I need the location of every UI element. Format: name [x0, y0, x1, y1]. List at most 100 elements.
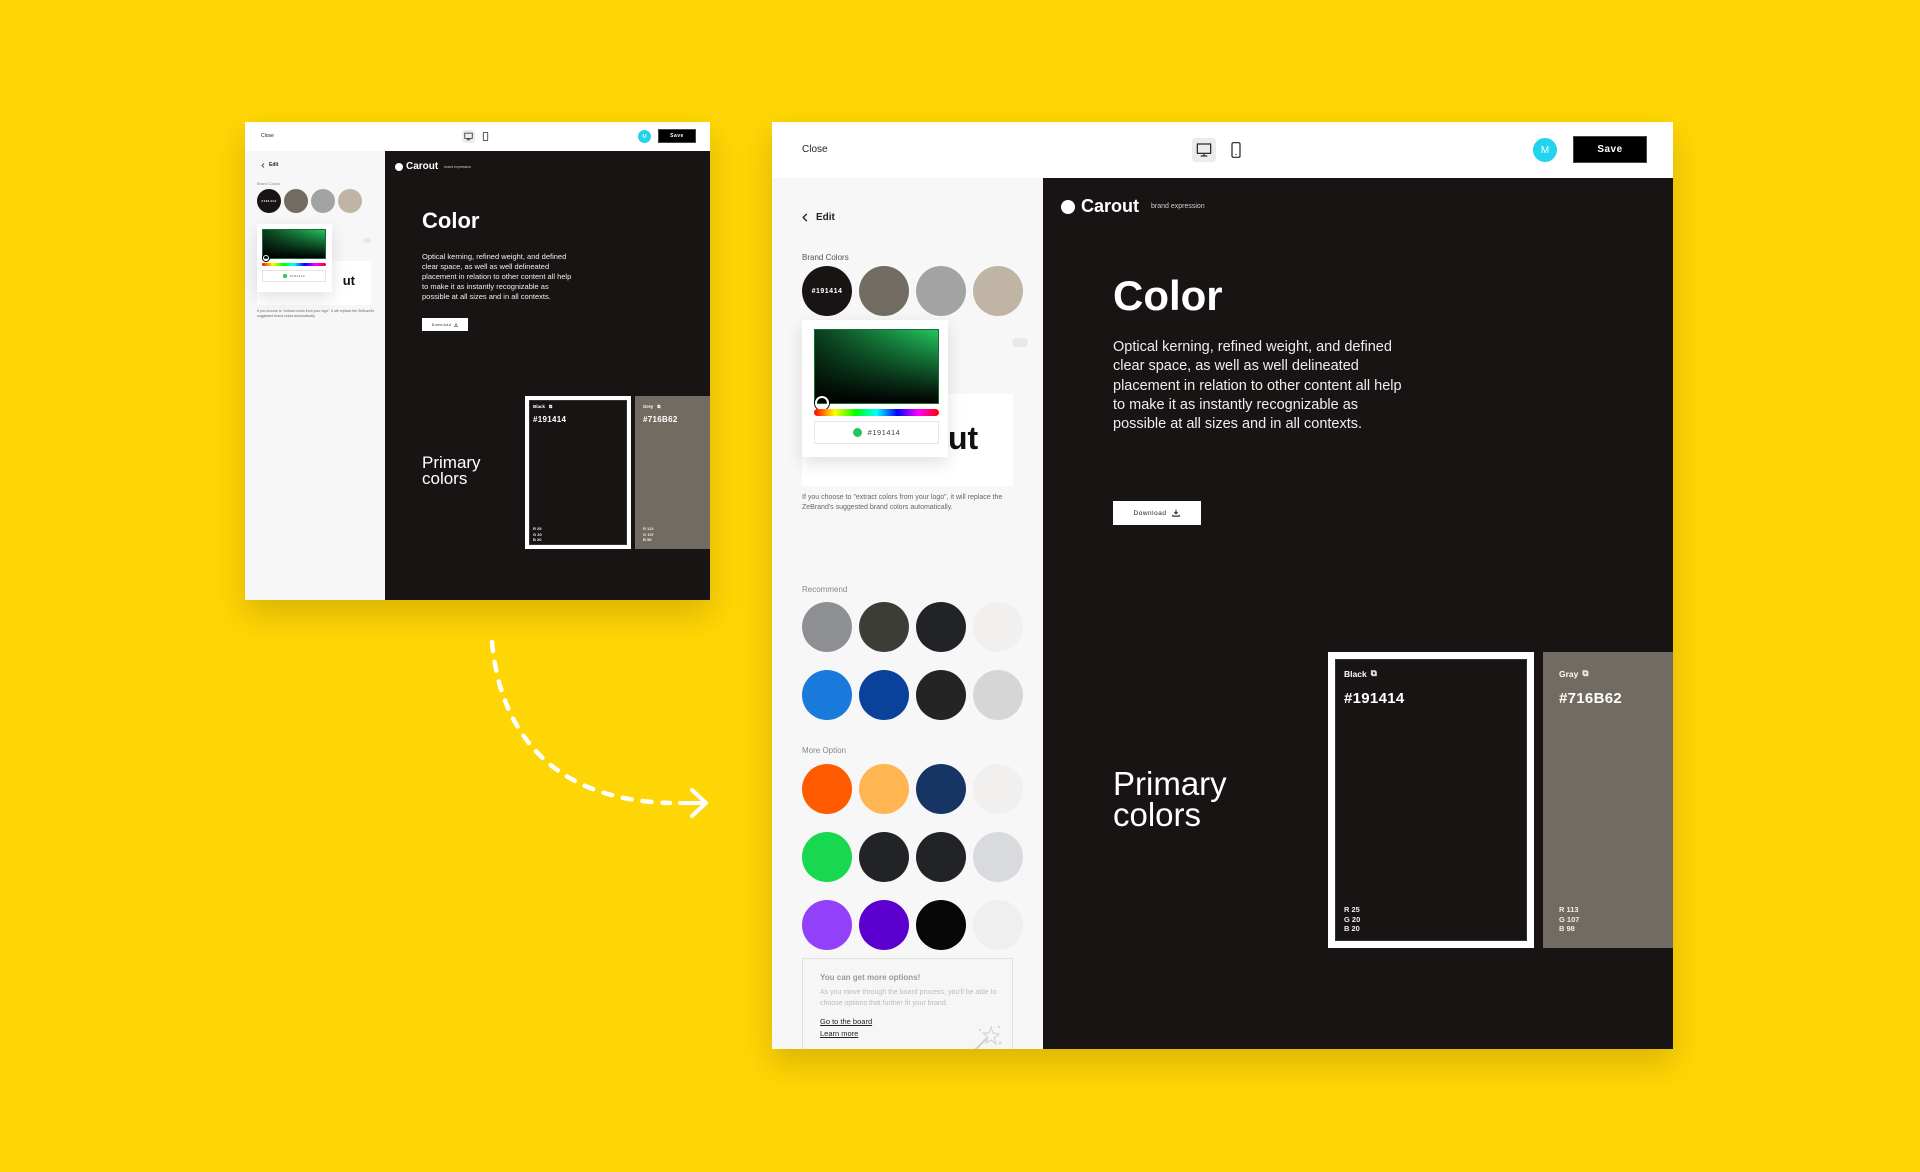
recommend-color-swatch[interactable] [859, 602, 909, 652]
color-picker-popover: #191414 [257, 224, 332, 292]
hex-value: #191414 [867, 428, 901, 437]
more-options-info-box: You can get more options! As you move th… [802, 958, 1013, 1049]
close-button[interactable]: Close [802, 144, 828, 155]
color-card-rgb: R 113 G 107 B 98 [643, 526, 654, 542]
back-button[interactable]: Edit [261, 162, 278, 168]
logo-text-fragment: ut [342, 273, 355, 288]
more-option-color-swatch[interactable] [973, 764, 1023, 814]
color-card-black[interactable]: Black ⧉ #191414 R 25 G 20 B 20 [525, 396, 631, 549]
brand-color-swatch[interactable] [916, 266, 966, 316]
brand-color-swatch[interactable] [973, 266, 1023, 316]
more-option-color-swatch[interactable] [802, 764, 852, 814]
user-avatar[interactable]: M [638, 130, 651, 143]
hue-slider[interactable] [262, 263, 326, 266]
section-description: Optical kerning, refined weight, and def… [422, 252, 572, 301]
brand-stage: Carout brand expression Color Optical ke… [385, 151, 710, 600]
brand-color-swatch[interactable]: #191414 [802, 266, 852, 316]
extract-colors-toggle[interactable] [1012, 338, 1028, 347]
swatch-hex-label: #191414 [261, 199, 277, 203]
color-card-name: Grey ⧉ [643, 404, 660, 409]
color-card-hex: #716B62 [1559, 690, 1622, 707]
more-option-color-swatch[interactable] [859, 900, 909, 950]
hue-slider[interactable] [814, 409, 939, 416]
mobile-view-button[interactable] [479, 130, 492, 143]
desktop-view-button[interactable] [462, 130, 475, 143]
color-card-gray[interactable]: Gray ⧉ #716B62 R 113 G 107 B 98 [1543, 652, 1673, 948]
before-editor-preview: Close M Save Edit Brand Colors #191414 u… [245, 122, 710, 600]
color-card-rgb: R 25 G 20 B 20 [533, 526, 542, 542]
download-label: Download [1133, 509, 1167, 517]
more-option-color-swatch[interactable] [859, 764, 909, 814]
brand-color-swatch[interactable] [311, 189, 335, 213]
rgb-b: B 98 [643, 536, 652, 542]
brand-tagline: brand expression [444, 164, 472, 169]
rgb-r: R 113 [643, 526, 654, 532]
color-name: Gray [1559, 668, 1579, 679]
rgb-r: R 25 [533, 526, 542, 532]
device-toggle [462, 130, 492, 143]
section-heading: Color [422, 208, 480, 233]
saturation-area[interactable] [262, 229, 326, 261]
section-description: Optical kerning, refined weight, and def… [1113, 339, 1402, 433]
recommend-color-swatch[interactable] [973, 670, 1023, 720]
brand-color-swatch[interactable] [284, 189, 308, 213]
download-button[interactable]: Download [1113, 501, 1201, 525]
more-option-color-swatch[interactable] [802, 900, 852, 950]
save-button[interactable]: Save [1573, 136, 1647, 163]
desktop-view-button[interactable] [1192, 138, 1216, 162]
color-picker-popover: #191414 [802, 320, 948, 457]
brand-stage: Carout brand expression Color Optical ke… [1043, 178, 1673, 1049]
user-avatar[interactable]: M [1533, 138, 1557, 162]
recommend-color-swatch[interactable] [916, 602, 966, 652]
recommend-color-swatch[interactable] [916, 670, 966, 720]
more-option-color-swatch[interactable] [973, 900, 1023, 950]
more-option-color-swatch[interactable] [916, 832, 966, 882]
copy-icon[interactable]: ⧉ [549, 404, 552, 409]
section-heading: Color [1113, 272, 1223, 319]
close-button[interactable]: Close [261, 133, 274, 139]
more-option-color-swatch[interactable] [859, 832, 909, 882]
extract-colors-toggle[interactable] [363, 238, 371, 243]
rgb-b: B 98 [1559, 924, 1575, 934]
download-button[interactable]: Download [422, 318, 468, 331]
brand-color-swatch[interactable]: #191414 [257, 189, 281, 213]
copy-icon[interactable]: ⧉ [1582, 668, 1588, 679]
save-button[interactable]: Save [658, 129, 696, 143]
recommend-color-swatch[interactable] [859, 670, 909, 720]
recommend-color-swatch[interactable] [973, 602, 1023, 652]
mobile-icon [1231, 142, 1241, 158]
rgb-g: G 20 [1344, 914, 1361, 924]
recommend-color-swatch[interactable] [802, 602, 852, 652]
copy-icon[interactable]: ⧉ [657, 404, 660, 409]
download-label: Download [431, 322, 452, 327]
copy-icon[interactable]: ⧉ [1371, 668, 1377, 679]
recommend-color-swatch[interactable] [802, 670, 852, 720]
color-card-black[interactable]: Black ⧉ #191414 R 25 G 20 B 20 [1328, 652, 1534, 948]
color-handle[interactable] [263, 255, 269, 261]
info-title: You can get more options! [820, 973, 921, 982]
rgb-b: B 20 [1344, 924, 1360, 934]
more-option-color-swatch[interactable] [916, 764, 966, 814]
brand-header: Carout brand expression [395, 161, 471, 172]
mobile-view-button[interactable] [1224, 138, 1248, 162]
more-option-color-swatch[interactable] [973, 832, 1023, 882]
saturation-area[interactable] [814, 329, 939, 410]
editor-window: Close M Save Edit Brand Colors ut #19141… [772, 122, 1673, 1049]
brand-colors-label: Brand Colors [257, 181, 281, 186]
hex-input[interactable]: #191414 [262, 270, 326, 282]
editor-sidebar: Edit Brand Colors ut #191414 If you choo… [772, 178, 1043, 1049]
magic-wand-icon [974, 1025, 1002, 1049]
back-button[interactable]: Edit [802, 212, 835, 223]
color-card-name: Gray ⧉ [1559, 668, 1588, 679]
more-option-color-swatch[interactable] [802, 832, 852, 882]
color-card-gray[interactable]: Grey ⧉ #716B62 R 113 G 107 B 98 [635, 396, 710, 549]
desktop-icon [464, 132, 473, 141]
color-handle[interactable] [815, 396, 829, 410]
primary-colors-label: Primary colors [1113, 767, 1227, 832]
hex-input[interactable]: #191414 [814, 421, 939, 444]
brand-color-swatch[interactable] [859, 266, 909, 316]
more-option-color-swatch[interactable] [916, 900, 966, 950]
brand-color-swatch[interactable] [338, 189, 362, 213]
brand-header: Carout brand expression [1061, 196, 1205, 217]
download-icon [1172, 509, 1181, 517]
